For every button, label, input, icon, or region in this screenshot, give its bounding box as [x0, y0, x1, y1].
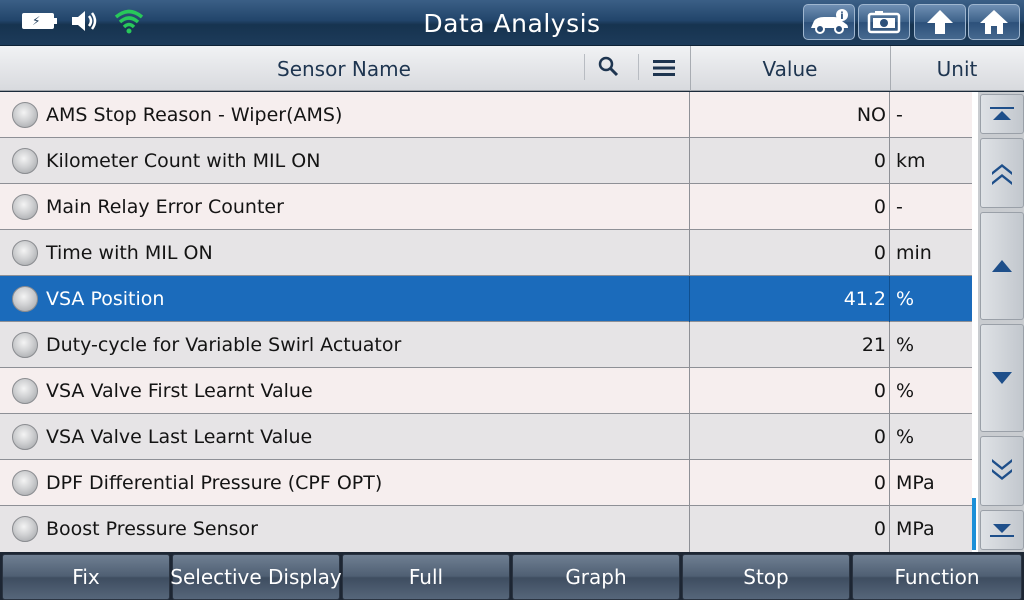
page-down-button[interactable]: [980, 436, 1024, 506]
sensor-name: VSA Valve Last Learnt Value: [46, 426, 313, 448]
scroll-top-button[interactable]: [980, 94, 1024, 134]
table-row[interactable]: VSA Valve Last Learnt Value 0 %: [0, 414, 972, 460]
sensor-name: DPF Differential Pressure (CPF OPT): [46, 472, 383, 494]
sensor-unit: %: [896, 380, 915, 402]
sensor-unit: %: [896, 426, 915, 448]
vehicle-info-icon: i: [811, 9, 848, 34]
table-row[interactable]: Duty-cycle for Variable Swirl Actuator 2…: [0, 322, 972, 368]
sensor-name: Time with MIL ON: [46, 242, 213, 264]
home-button[interactable]: [968, 4, 1020, 40]
table-row[interactable]: Main Relay Error Counter 0 -: [0, 184, 972, 230]
scroll-to-top-icon: [990, 107, 1014, 120]
sensor-value: 0: [873, 380, 886, 402]
sensor-unit: MPa: [896, 518, 935, 540]
sensor-value: 41.2: [843, 288, 886, 310]
table-row[interactable]: DPF Differential Pressure (CPF OPT) 0 MP…: [0, 460, 972, 506]
row-bullet-icon[interactable]: [12, 378, 38, 404]
sensor-value: NO: [856, 104, 886, 126]
search-button[interactable]: [596, 54, 624, 82]
sensor-value: 0: [873, 472, 886, 494]
menu-button[interactable]: [651, 56, 677, 80]
scroll-down-button[interactable]: [980, 324, 1024, 432]
bottom-toolbar: Fix Selective Display Full Graph Stop Fu…: [0, 552, 1024, 600]
sensor-value: 21: [861, 334, 886, 356]
table-header: Sensor Name Value Unit: [0, 46, 1024, 91]
screenshot-button[interactable]: [858, 4, 910, 40]
arrow-down-icon: [992, 372, 1012, 384]
search-icon: [598, 56, 619, 77]
selective-display-button[interactable]: Selective Display: [170, 554, 342, 600]
sensor-name: Duty-cycle for Variable Swirl Actuator: [46, 334, 402, 356]
sensor-value: 0: [873, 242, 886, 264]
stop-button[interactable]: Stop: [682, 554, 850, 600]
row-bullet-icon[interactable]: [12, 240, 38, 266]
sensor-table: AMS Stop Reason - Wiper(AMS) NO - Kilome…: [0, 92, 972, 552]
sensor-name: Kilometer Count with MIL ON: [46, 150, 321, 172]
sensor-name: VSA Position: [46, 288, 165, 310]
column-header-unit[interactable]: Unit: [890, 46, 1024, 91]
row-bullet-icon[interactable]: [12, 286, 38, 312]
sensor-unit: MPa: [896, 472, 935, 494]
scroll-up-button[interactable]: [980, 212, 1024, 320]
scroll-to-bottom-icon: [990, 524, 1014, 537]
svg-text:i: i: [840, 11, 843, 22]
row-bullet-icon[interactable]: [12, 516, 38, 542]
sensor-name: VSA Valve First Learnt Value: [46, 380, 313, 402]
menu-icon: [653, 60, 675, 76]
sensor-unit: %: [896, 288, 915, 310]
sensor-unit: min: [896, 242, 932, 264]
scroll-panel: [978, 92, 1024, 552]
fix-button[interactable]: Fix: [2, 554, 170, 600]
sensor-value: 0: [873, 518, 886, 540]
column-header-sensor-name[interactable]: Sensor Name: [0, 46, 690, 91]
sensor-unit: -: [896, 104, 903, 126]
page-up-button[interactable]: [980, 138, 1024, 208]
row-bullet-icon[interactable]: [12, 470, 38, 496]
sensor-value: 0: [873, 426, 886, 448]
sensor-name: Boost Pressure Sensor: [46, 518, 258, 540]
table-row-selected[interactable]: VSA Position 41.2 %: [0, 276, 972, 322]
double-chevron-up-icon: [992, 164, 1012, 185]
sensor-unit: -: [896, 196, 903, 218]
home-icon: [980, 10, 1008, 34]
sensor-unit: %: [896, 334, 915, 356]
sensor-name: AMS Stop Reason - Wiper(AMS): [46, 104, 343, 126]
sensor-value: 0: [873, 150, 886, 172]
table-row[interactable]: VSA Valve First Learnt Value 0 %: [0, 368, 972, 414]
sensor-value: 0: [873, 196, 886, 218]
table-row[interactable]: Time with MIL ON 0 min: [0, 230, 972, 276]
row-bullet-icon[interactable]: [12, 194, 38, 220]
graph-button[interactable]: Graph: [512, 554, 680, 600]
sensor-unit: km: [896, 150, 926, 172]
title-bar: ⚡ Data Analysis i: [0, 0, 1024, 46]
table-row[interactable]: Kilometer Count with MIL ON 0 km: [0, 138, 972, 184]
upload-button[interactable]: [914, 4, 966, 40]
double-chevron-down-icon: [992, 459, 1012, 480]
row-bullet-icon[interactable]: [12, 148, 38, 174]
sensor-name: Main Relay Error Counter: [46, 196, 284, 218]
function-button[interactable]: Function: [852, 554, 1022, 600]
upload-arrow-icon: [927, 10, 953, 34]
vehicle-info-button[interactable]: i: [803, 4, 855, 40]
arrow-up-icon: [992, 260, 1012, 272]
full-button[interactable]: Full: [342, 554, 510, 600]
column-header-value[interactable]: Value: [690, 46, 890, 91]
row-bullet-icon[interactable]: [12, 424, 38, 450]
camera-icon: [867, 11, 901, 34]
table-row[interactable]: AMS Stop Reason - Wiper(AMS) NO -: [0, 92, 972, 138]
row-bullet-icon[interactable]: [12, 102, 38, 128]
table-row[interactable]: Boost Pressure Sensor 0 MPa: [0, 506, 972, 552]
row-bullet-icon[interactable]: [12, 332, 38, 358]
scrollbar-thumb[interactable]: [972, 498, 976, 550]
scroll-bottom-button[interactable]: [980, 510, 1024, 550]
